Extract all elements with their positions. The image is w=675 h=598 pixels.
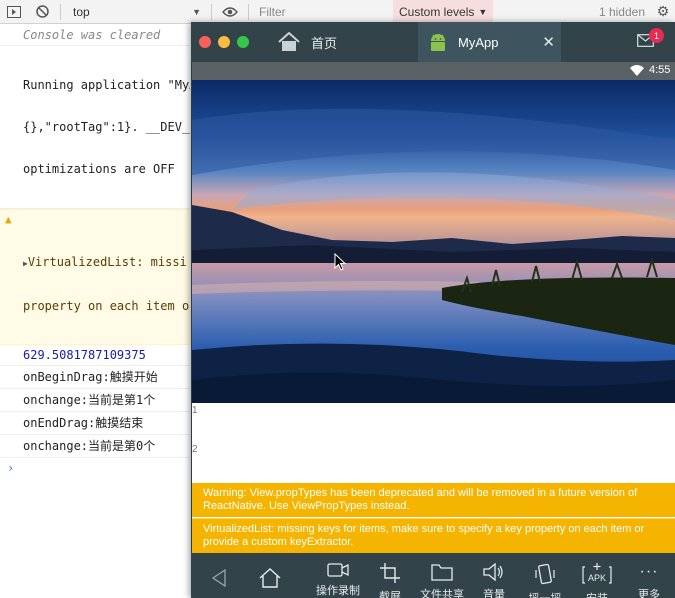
back-button[interactable] [205, 553, 233, 598]
filter-input[interactable]: Filter [253, 5, 393, 19]
console-log: 629.5081787109375 [0, 345, 190, 366]
console-prompt[interactable]: › [0, 458, 190, 478]
notification-badge: 1 [649, 28, 664, 43]
file-share-label: 文件共享 [420, 589, 464, 598]
minimize-window-button[interactable] [218, 36, 230, 48]
volume-button[interactable]: 音量 [479, 553, 509, 598]
hidden-messages-count: 1 hidden [598, 4, 645, 19]
console-message: Running application "MyA {},"rootTag":1}… [0, 46, 190, 209]
back-triangle-icon [211, 569, 226, 587]
volume-label: 音量 [483, 589, 505, 598]
console-log: onEndDrag:触摸结束 [0, 412, 190, 435]
toggle-sidebar-button[interactable] [0, 0, 28, 24]
log-levels-label: Custom levels [399, 4, 475, 19]
warning-icon: ▲ [5, 213, 12, 226]
eye-icon [222, 6, 238, 17]
list-item[interactable]: 1 [192, 405, 198, 416]
tab-home-label: 首页 [311, 35, 338, 51]
context-selector[interactable]: top ▼ [65, 0, 207, 24]
tab-myapp[interactable]: MyApp ✕ [418, 22, 561, 62]
apk-icon-text: APK [588, 573, 606, 583]
wifi-icon [630, 65, 644, 76]
android-icon [431, 34, 445, 51]
install-apk-button[interactable]: APK 安装 [579, 553, 615, 598]
console-cleared-message: Console was cleared [0, 25, 190, 46]
tab-home[interactable]: 首页 [277, 22, 337, 62]
live-expression-button[interactable] [216, 0, 244, 24]
close-window-button[interactable] [199, 36, 211, 48]
list-item[interactable]: 2 [192, 444, 198, 455]
crop-icon [380, 563, 400, 583]
app-screen: 1 2 Warning: View.propTypes has been dep… [192, 80, 675, 553]
block-icon [35, 5, 49, 18]
toolbar-divider [248, 3, 249, 20]
more-dots-icon: ··· [639, 563, 659, 580]
landscape-image[interactable] [192, 80, 675, 403]
shake-button[interactable]: 摇一摇 [523, 553, 567, 598]
home-outline-icon [259, 568, 281, 588]
android-status-bar: 4:55 [192, 62, 675, 80]
camera-icon [327, 563, 349, 577]
install-label: 安装 [586, 590, 608, 598]
folder-icon [431, 564, 453, 581]
more-label: 更多 [638, 589, 660, 598]
console-text: property on each item o [23, 299, 190, 313]
more-button[interactable]: ··· 更多 [631, 553, 667, 598]
gear-icon[interactable]: ⚙ [653, 3, 673, 20]
shake-label: 摇一摇 [529, 590, 562, 598]
console-text: ▶VirtualizedList: missi [23, 255, 190, 271]
console-text: Running application "MyA [23, 78, 190, 92]
status-time: 4:55 [649, 64, 671, 76]
context-label: top [73, 4, 90, 19]
dropdown-arrow-icon: ▼ [478, 6, 488, 17]
warning-text: VirtualizedList: missi [27, 255, 187, 269]
mouse-cursor-icon [334, 253, 346, 271]
phone-shake-icon [535, 563, 555, 585]
simulator-titlebar: 首页 MyApp ✕ 1 [191, 22, 675, 62]
console-warning[interactable]: ▲ ▶VirtualizedList: missi property on ea… [0, 209, 190, 345]
screenshot-label: 截屏 [379, 591, 401, 598]
tab-myapp-label: MyApp [458, 34, 499, 50]
file-share-button[interactable]: 文件共享 [415, 553, 469, 598]
clear-console-button[interactable] [28, 0, 56, 24]
console-text: optimizations are OFF [23, 162, 175, 176]
console-messages: Console was cleared Running application … [0, 25, 190, 478]
console-toolbar: top ▼ Filter Custom levels ▼ 1 hidden ⚙ [0, 0, 675, 24]
screenshot-button[interactable]: 截屏 [375, 553, 405, 598]
speaker-icon [483, 563, 503, 581]
simulator-window: 首页 MyApp ✕ 1 4:55 1 2 Warning: View.prop… [191, 22, 675, 598]
toolbar-divider [60, 3, 61, 20]
console-log: onchange:当前是第0个 [0, 435, 190, 458]
console-log: onBeginDrag:触摸开始 [0, 366, 190, 389]
simulator-toolbar: 操作录制 截屏 文件共享 音量 APK ··· 更多 [191, 553, 675, 598]
record-label: 操作录制 [316, 585, 360, 597]
console-text: {},"rootTag":1}. __DEV__ [23, 120, 190, 134]
sidebar-icon [7, 5, 21, 18]
apk-icon: APK [582, 563, 612, 584]
zoom-window-button[interactable] [237, 36, 249, 48]
record-button[interactable]: 操作录制 [311, 553, 365, 598]
close-icon[interactable]: ✕ [542, 33, 555, 51]
home-icon [278, 32, 300, 51]
yellow-box-warning[interactable]: Warning: View.propTypes has been depreca… [192, 483, 675, 517]
toolbar-divider [211, 3, 212, 20]
home-button[interactable] [255, 553, 285, 598]
log-levels-dropdown[interactable]: Custom levels ▼ [393, 0, 494, 24]
yellow-box-warning[interactable]: VirtualizedList: missing keys for items,… [192, 518, 675, 553]
dropdown-arrow-icon: ▼ [192, 6, 201, 17]
console-log: onchange:当前是第1个 [0, 389, 190, 412]
